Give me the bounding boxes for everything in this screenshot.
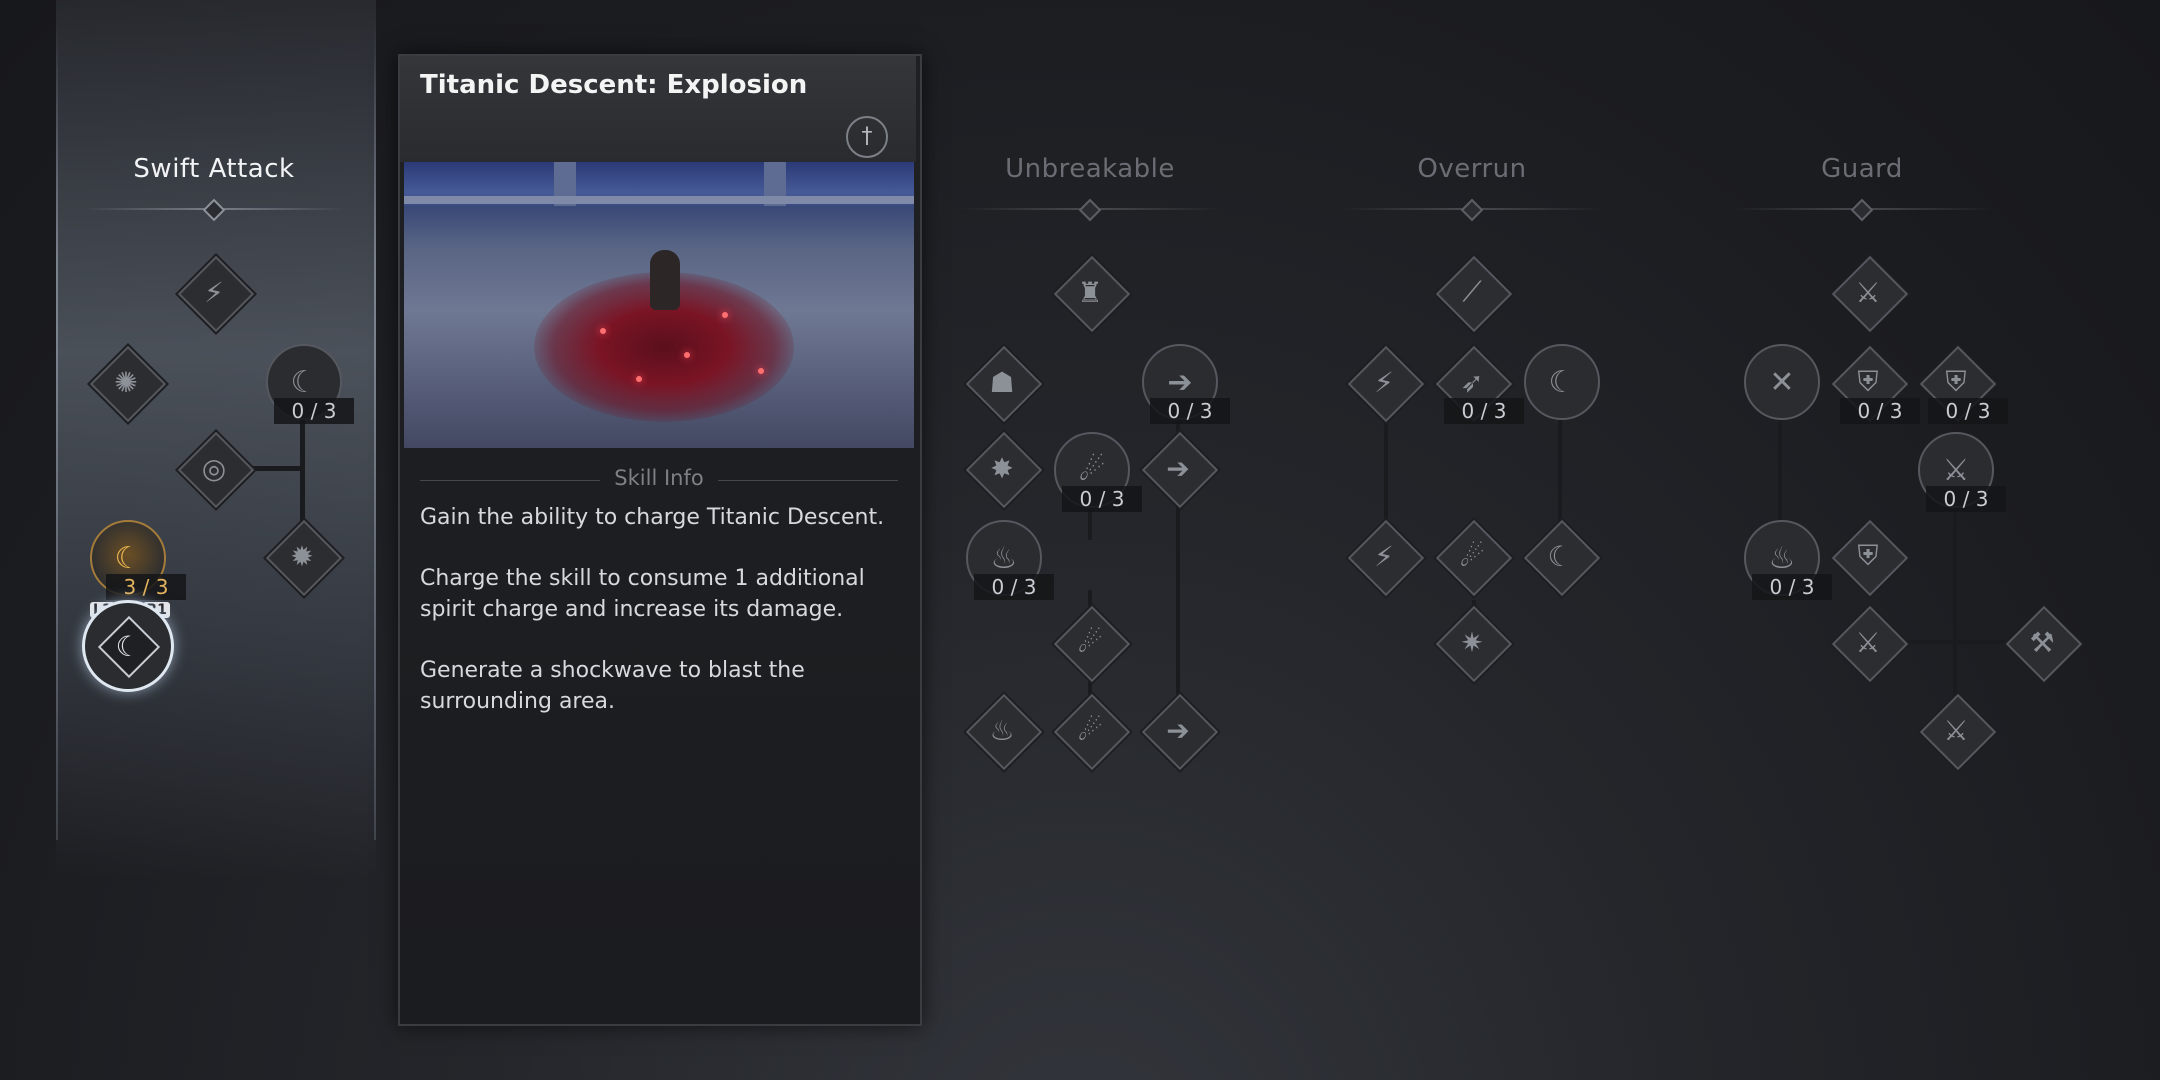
skill-node-swords-2[interactable]: ⚔ [1831, 605, 1909, 683]
burst-icon: ✸ [990, 451, 1014, 485]
skill-node-sword-strike[interactable]: ⚔ [1919, 693, 1997, 771]
skill-node-crescent-2[interactable]: ☾ [1523, 519, 1601, 597]
skill-counter: 0 / 3 [1928, 398, 2008, 424]
column-divider [960, 198, 1220, 222]
column-title-overrun[interactable]: Overrun [1322, 154, 1622, 184]
skill-info-label: Skill Info [614, 466, 704, 490]
description-paragraph: Charge the skill to consume 1 additional… [420, 566, 865, 622]
crossed-swords-icon: ⚔ [1855, 625, 1881, 659]
column-title-unbreakable[interactable]: Unbreakable [940, 154, 1240, 184]
skill-node-shield-c[interactable]: ⛨ [1831, 519, 1909, 597]
column-divider [1342, 198, 1602, 222]
column-title-guard[interactable]: Guard [1712, 154, 2012, 184]
skill-node-burst[interactable]: ✹ [265, 519, 343, 597]
skill-node-claw[interactable]: ⚡ [177, 255, 255, 333]
skill-node-spin[interactable]: ◎ [177, 431, 255, 509]
skill-description: Gain the ability to charge Titanic Desce… [420, 502, 890, 747]
tree-link [1778, 410, 1782, 530]
description-paragraph: Gain the ability to charge Titanic Desce… [420, 505, 885, 530]
skill-node-charge[interactable]: ☄ [1435, 519, 1513, 597]
sword-emblem-icon: † [846, 116, 888, 158]
skill-node-swirl[interactable]: ✺ [89, 345, 167, 423]
claw-icon: ⚡ [1374, 539, 1394, 573]
arrow-icon: ➔ [1166, 451, 1190, 485]
skill-node-arrow-2[interactable]: ➔ [1141, 431, 1219, 509]
skill-counter: 0 / 3 [1926, 486, 2006, 512]
sword-strike-icon: ⚔ [1943, 713, 1969, 747]
skill-node-warrior[interactable]: ☗ [965, 345, 1043, 423]
burst-icon: ✹ [290, 539, 314, 573]
skill-node-crescent[interactable]: ☾ [1524, 344, 1600, 420]
skill-counter: 3 / 3 [106, 574, 186, 600]
warrior-icon: ☗ [989, 365, 1015, 399]
skill-node-claw[interactable]: ⚡ [1347, 345, 1425, 423]
equipped-skill-slot[interactable]: ☾ [82, 600, 174, 692]
wing-slash-icon: ✕ [1769, 364, 1795, 400]
column-divider [1732, 198, 1992, 222]
spin-slash-icon: ◎ [201, 451, 227, 485]
skill-node-muscle[interactable]: ♜ [1053, 255, 1131, 333]
swirl-icon: ✺ [114, 365, 138, 399]
shield-icon: ⛨ [1857, 539, 1879, 572]
strike-icon: ☄ [1077, 713, 1103, 747]
skill-counter: 0 / 3 [974, 574, 1054, 600]
arrow-icon: ➔ [1166, 713, 1190, 747]
impact-icon: ✷ [1460, 625, 1484, 659]
charge-icon: ☄ [1459, 539, 1485, 573]
crescent-icon: ☾ [1547, 539, 1573, 573]
skill-counter: 0 / 3 [1840, 398, 1920, 424]
skill-node-strike[interactable]: ☄ [1053, 605, 1131, 683]
skill-node-swords[interactable]: ⚔ [1831, 255, 1909, 333]
skill-node-blade[interactable]: ⚒ [2005, 605, 2083, 683]
equipped-skill-icon: ☾ [115, 629, 141, 663]
skill-counter: 0 / 3 [1752, 574, 1832, 600]
column-title-swift-attack[interactable]: Swift Attack [64, 154, 364, 184]
description-paragraph: Generate a shockwave to blast the surrou… [420, 658, 805, 714]
slash-icon: ⟋ [1462, 275, 1482, 308]
flame-icon: ♨ [989, 713, 1015, 747]
skill-node-strike-2[interactable]: ☄ [1053, 693, 1131, 771]
skill-node-claw-2[interactable]: ⚡ [1347, 519, 1425, 597]
crescent-icon: ☾ [1548, 364, 1576, 400]
skill-preview-image [404, 162, 914, 448]
skill-counter: 0 / 3 [1444, 398, 1524, 424]
muscle-icon: ♜ [1077, 275, 1103, 309]
skill-node-flame-2[interactable]: ♨ [965, 693, 1043, 771]
skill-node-burst[interactable]: ✸ [965, 431, 1043, 509]
skill-title: Titanic Descent: Explosion [420, 70, 808, 100]
claw-icon: ⚡ [1374, 365, 1394, 399]
column-divider [84, 198, 344, 222]
blade-icon: ⚒ [2029, 625, 2055, 659]
skill-node-impact[interactable]: ✷ [1435, 605, 1513, 683]
strike-icon: ☄ [1077, 625, 1103, 659]
skill-counter: 0 / 3 [1062, 486, 1142, 512]
crossed-swords-icon: ⚔ [1855, 275, 1881, 309]
skill-counter: 0 / 3 [1150, 398, 1230, 424]
tree-link [1953, 500, 1957, 710]
skill-node-arrow-3[interactable]: ➔ [1141, 693, 1219, 771]
skill-node-wing-slash[interactable]: ✕ [1744, 344, 1820, 420]
skill-node-slash[interactable]: ⟋ [1435, 255, 1513, 333]
skill-counter: 0 / 3 [274, 398, 354, 424]
claw-slash-icon: ⚡ [204, 275, 224, 309]
